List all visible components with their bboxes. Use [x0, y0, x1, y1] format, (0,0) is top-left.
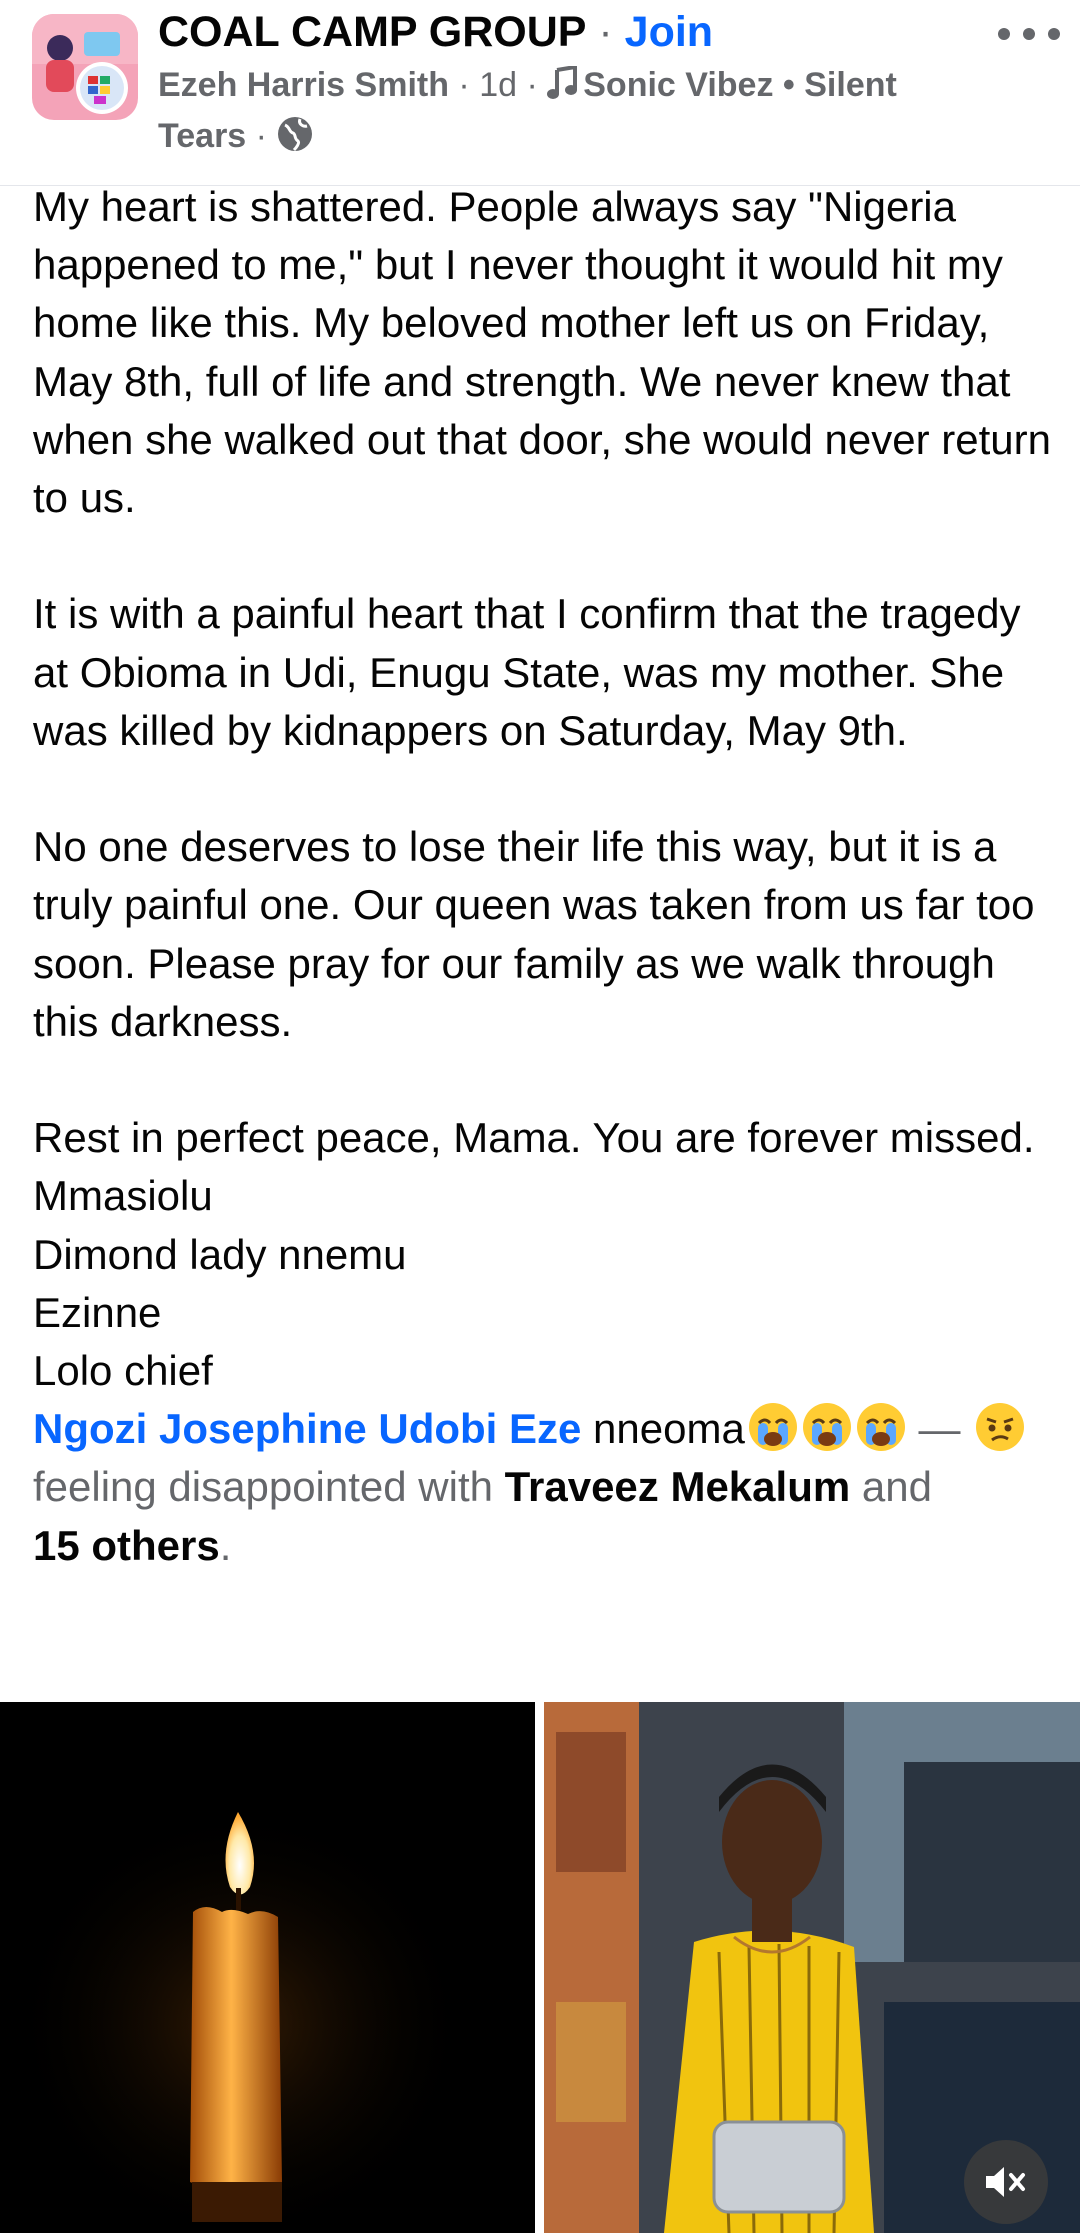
post-paragraph: No one deserves to lose their life this … [33, 823, 1035, 1045]
meta-dot: · [448, 66, 480, 104]
feeling-dash: — [906, 1405, 973, 1453]
globe-icon [276, 115, 314, 166]
post-closing: Rest in perfect peace, Mama. You are for… [33, 1114, 1035, 1162]
post-line: Lolo chief [33, 1347, 213, 1395]
post-paragraph: It is with a painful heart that I confir… [33, 590, 1021, 754]
photo-grid [0, 1702, 1080, 2233]
music-note-icon [547, 64, 579, 113]
volume-muted-icon[interactable] [964, 2140, 1048, 2224]
author-name[interactable]: Ezeh Harris Smith [158, 66, 449, 104]
post-body: My heart is shattered. People always say… [33, 178, 1063, 1575]
post-header: COAL CAMP GROUP · Join Ezeh Harris Smith… [0, 0, 1080, 186]
title-separator: · [586, 8, 625, 56]
and-text: and [850, 1463, 932, 1511]
feeling-text: feeling disappointed with [33, 1463, 505, 1511]
others-link[interactable]: 15 others [33, 1522, 220, 1569]
join-button[interactable]: Join [625, 8, 713, 56]
post-line: Mmasiolu [33, 1172, 213, 1220]
group-avatar[interactable] [32, 14, 138, 120]
crying-face-icon [802, 1403, 851, 1452]
dot-icon [1023, 28, 1035, 40]
group-name[interactable]: COAL CAMP GROUP [158, 8, 586, 56]
candle-photo[interactable] [0, 1702, 535, 2233]
post-meta: Ezeh Harris Smith · 1d · Sonic Vibez • S… [158, 62, 918, 166]
post-line: Ezinne [33, 1288, 162, 1336]
post-time[interactable]: 1d [479, 66, 517, 104]
tag-feeling-line: Ngozi Josephine Udobi Eze nneoma — feeli… [33, 1400, 1063, 1575]
with-person[interactable]: Traveez Mekalum [505, 1463, 851, 1510]
dot-icon [1048, 28, 1060, 40]
crying-face-icon [748, 1403, 797, 1452]
meta-dot: · [246, 117, 277, 155]
dot-icon [998, 28, 1010, 40]
more-options-icon[interactable] [998, 14, 1060, 54]
crying-face-icon [856, 1403, 905, 1452]
tagged-person[interactable]: Ngozi Josephine Udobi Eze [33, 1405, 581, 1452]
tag-suffix: nneoma [581, 1405, 745, 1453]
group-title-line: COAL CAMP GROUP · Join [158, 2, 713, 62]
post-line: Dimond lady nnemu [33, 1230, 407, 1278]
period: . [219, 1521, 232, 1569]
disappointed-face-icon [976, 1403, 1025, 1452]
post-paragraph: My heart is shattered. People always say… [33, 183, 1051, 522]
meta-dot: · [517, 66, 548, 104]
